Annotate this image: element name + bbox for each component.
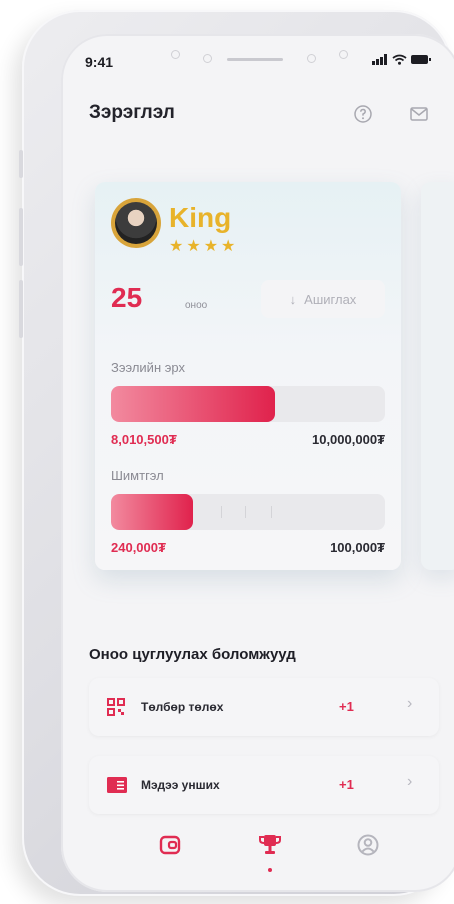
wifi-icon <box>392 54 407 65</box>
credit-label: Зээлийн эрх <box>111 360 185 375</box>
credit-limit: 10,000,000₮ <box>311 432 385 447</box>
avatar <box>111 198 161 248</box>
tab-bar <box>61 830 454 880</box>
speaker-grille <box>227 58 283 61</box>
list-item-label: Төлбөр төлөх <box>141 700 224 714</box>
status-bar: 9:41 <box>61 48 454 74</box>
progress-tick <box>245 506 246 518</box>
arrow-down-icon: ↓ <box>289 291 297 307</box>
rank-stars: ★★★★ <box>169 238 239 255</box>
phone-frame: 9:41 Зэрэглэл King ★★★★ 25 оноо ↓ Ашигла… <box>19 10 454 896</box>
progress-tick <box>271 506 272 518</box>
chevron-right-icon: › <box>407 695 413 712</box>
volume-down-button <box>19 280 23 338</box>
front-sensors <box>157 48 353 70</box>
mute-switch <box>19 150 23 178</box>
next-level-card-peek[interactable] <box>421 182 454 570</box>
signal-icon <box>372 54 387 65</box>
help-icon[interactable] <box>353 104 373 124</box>
battery-icon <box>411 55 431 64</box>
rank-name: King <box>169 202 232 233</box>
credit-used: 8,010,500₮ <box>111 432 177 447</box>
qr-code-icon <box>107 698 125 716</box>
list-item-read-news[interactable]: Мэдээ унших +1 › <box>89 756 439 814</box>
reward-progress-bar <box>111 494 385 530</box>
status-time: 9:41 <box>85 54 114 70</box>
wallet-icon[interactable] <box>159 834 181 856</box>
section-title: Оноо цуглуулах боломжууд <box>89 646 296 663</box>
use-points-label: Ашиглах <box>304 291 357 307</box>
list-item-points: +1 <box>339 777 354 792</box>
status-icons <box>372 54 431 65</box>
mail-icon[interactable] <box>409 104 429 124</box>
volume-up-button <box>19 208 23 266</box>
screen: 9:41 Зэрэглэл King ★★★★ 25 оноо ↓ Ашигла… <box>61 34 454 892</box>
reward-progress-fill <box>111 494 194 530</box>
news-icon <box>107 777 127 793</box>
progress-tick <box>221 506 222 518</box>
sensor-dot <box>307 54 316 63</box>
list-item-pay-bill[interactable]: Төлбөр төлөх +1 › <box>89 678 439 736</box>
reward-label: Шимтгэл <box>111 468 164 483</box>
credit-progress-bar <box>111 386 385 422</box>
page-title: Зэрэглэл <box>89 102 175 123</box>
points-unit: оноо <box>185 300 208 311</box>
use-points-button[interactable]: ↓ Ашиглах <box>261 280 385 318</box>
chevron-right-icon: › <box>407 773 413 790</box>
sensor-dot <box>171 50 180 59</box>
list-item-label: Мэдээ унших <box>141 778 220 792</box>
credit-progress-fill <box>111 386 276 422</box>
reward-target: 100,000₮ <box>330 540 385 555</box>
active-tab-indicator <box>268 868 272 872</box>
sensor-dot <box>203 54 212 63</box>
level-card[interactable]: King ★★★★ 25 оноо ↓ Ашиглах Зээлийн эрх … <box>95 182 401 570</box>
profile-icon[interactable] <box>357 834 379 856</box>
page-header: Зэрэглэл <box>61 102 454 132</box>
reward-earned: 240,000₮ <box>111 540 166 555</box>
trophy-icon[interactable] <box>259 834 281 858</box>
points-value: 25 <box>111 282 143 313</box>
camera-dot <box>339 50 348 59</box>
list-item-points: +1 <box>339 699 354 714</box>
